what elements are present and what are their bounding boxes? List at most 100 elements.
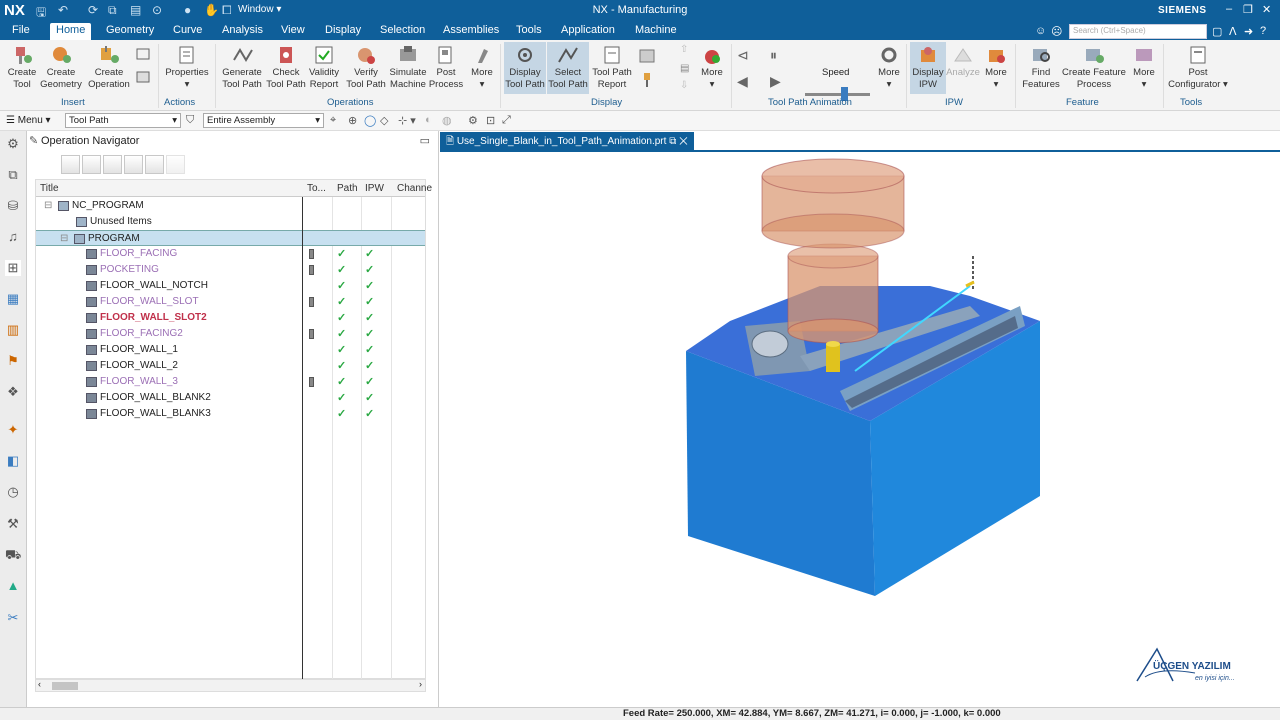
more-feature-button[interactable]: More ▾ bbox=[1128, 42, 1160, 91]
render-icon[interactable]: ◍ bbox=[442, 114, 452, 127]
tab-analysis[interactable]: Analysis bbox=[222, 24, 263, 36]
select-body-icon[interactable]: ◯ bbox=[364, 114, 376, 127]
system-materials-icon[interactable]: ⚒ bbox=[5, 516, 21, 532]
tool-display-icon[interactable] bbox=[640, 72, 654, 88]
reuse-library-icon[interactable]: ⚑ bbox=[5, 353, 21, 369]
command-search-input[interactable]: Search (Ctrl+Space) bbox=[1069, 24, 1207, 39]
close-icon[interactable]: ✕ bbox=[1262, 3, 1271, 16]
scroll-left-icon[interactable]: ‹ bbox=[38, 679, 41, 689]
post-process-button[interactable]: Post Process bbox=[428, 42, 464, 91]
operation-navigator-icon[interactable]: ⊞ bbox=[5, 260, 21, 276]
create-geometry-button[interactable]: Create Geometry bbox=[40, 42, 82, 91]
maximize-panel-icon[interactable]: ▭ bbox=[420, 131, 430, 151]
post-configurator-button[interactable]: Post Configurator ▾ bbox=[1166, 42, 1230, 91]
tab-view[interactable]: View bbox=[281, 24, 305, 36]
selection-scope-select[interactable]: Entire Assembly ▾ bbox=[203, 113, 324, 128]
tab-file[interactable]: File bbox=[12, 24, 30, 36]
find-features-button[interactable]: Find Features bbox=[1021, 42, 1061, 91]
create-tool-button[interactable]: Create Tool bbox=[4, 42, 40, 91]
help-icon[interactable]: ? bbox=[1260, 25, 1266, 37]
scroll-right-icon[interactable]: › bbox=[419, 679, 422, 689]
more-operations-button[interactable]: More ▾ bbox=[466, 42, 498, 91]
play-forward-icon[interactable]: ▶ bbox=[770, 73, 781, 90]
analyze-button[interactable]: Analyze bbox=[946, 42, 980, 79]
table-row[interactable]: ⊟ PROGRAM bbox=[36, 230, 425, 246]
orient-view-icon[interactable]: ⚙ bbox=[468, 114, 478, 127]
select-tool-path-button[interactable]: Select Tool Path bbox=[547, 42, 589, 94]
arrow-down-icon[interactable]: ⇩ bbox=[680, 80, 688, 91]
tab-assemblies[interactable]: Assemblies bbox=[443, 24, 499, 36]
close-tab-icon[interactable]: ✕ bbox=[679, 136, 688, 147]
table-row[interactable]: FLOOR_WALL_SLOT ✓ ✓ bbox=[36, 294, 425, 310]
point-icon[interactable]: ⊹ ▾ bbox=[398, 114, 416, 127]
tab-curve[interactable]: Curve bbox=[173, 24, 202, 36]
zoom-icon[interactable]: ⊡ bbox=[486, 114, 495, 127]
feedback-icon[interactable]: ☹ bbox=[1051, 25, 1062, 38]
validity-report-button[interactable]: Validity Report bbox=[306, 42, 342, 91]
select-face-icon[interactable]: ⊕ bbox=[348, 114, 357, 127]
pause-icon[interactable]: ⏸ bbox=[770, 47, 777, 64]
find-icon[interactable] bbox=[145, 155, 164, 174]
constraint-navigator-icon[interactable]: ♫ bbox=[5, 229, 21, 245]
palette-icon[interactable]: ◧ bbox=[5, 453, 21, 469]
feature-navigator-icon[interactable]: ▥ bbox=[5, 322, 21, 338]
tool-path-report-button[interactable]: Tool Path Report bbox=[590, 42, 634, 91]
program-order-view-icon[interactable] bbox=[61, 155, 80, 174]
tab-tools[interactable]: Tools bbox=[516, 24, 542, 36]
play-backward-icon[interactable]: ◀ bbox=[737, 73, 748, 90]
machining-method-view-icon[interactable] bbox=[124, 155, 143, 174]
process-studio-icon[interactable]: ⛟ bbox=[5, 547, 21, 563]
machine-tool-view-icon[interactable] bbox=[135, 70, 151, 84]
column-title[interactable]: Title bbox=[40, 183, 59, 194]
minimize-icon[interactable]: – bbox=[1226, 3, 1232, 15]
create-feature-process-button[interactable]: Create Feature Process bbox=[1062, 42, 1126, 91]
display-ipw-button[interactable]: Display IPW bbox=[910, 42, 946, 94]
arrow-up-icon[interactable]: ⇧ bbox=[680, 44, 688, 55]
table-row[interactable]: FLOOR_WALL_2 ✓ ✓ bbox=[36, 358, 425, 374]
menu-button[interactable]: ☰ Menu ▾ bbox=[6, 115, 51, 126]
table-row[interactable]: FLOOR_WALL_3 ✓ ✓ bbox=[36, 374, 425, 390]
view-icon[interactable]: ◐ bbox=[425, 114, 432, 126]
table-row[interactable]: FLOOR_WALL_BLANK2 ✓ ✓ bbox=[36, 390, 425, 406]
table-row[interactable]: Unused Items bbox=[36, 214, 425, 230]
document-tab[interactable]: 🗎 Use_Single_Blank_in_Tool_Path_Animatio… bbox=[440, 132, 694, 150]
machine-tool-view-icon[interactable] bbox=[82, 155, 101, 174]
table-row[interactable]: FLOOR_WALL_SLOT2 ✓ ✓ bbox=[36, 310, 425, 326]
generate-tool-path-button[interactable]: Generate Tool Path bbox=[220, 42, 264, 91]
assembly-navigator-icon[interactable]: ⛁ bbox=[5, 198, 21, 214]
column-path[interactable]: Path bbox=[337, 183, 358, 194]
more-display-button[interactable]: More ▾ bbox=[696, 42, 728, 91]
restore-icon[interactable]: ❐ bbox=[1243, 3, 1253, 16]
expand-toggle-icon[interactable]: ⊟ bbox=[44, 198, 52, 214]
machine-tool-navigator-icon[interactable]: ▦ bbox=[5, 291, 21, 307]
table-row[interactable]: FLOOR_FACING ✓ ✓ bbox=[36, 246, 425, 262]
undock-icon[interactable]: ⧉ bbox=[669, 136, 676, 147]
filter-icon[interactable]: ⛉ bbox=[186, 114, 194, 127]
scroll-thumb[interactable] bbox=[52, 682, 78, 690]
forward-icon[interactable]: ➜ bbox=[1244, 25, 1253, 38]
expand-ribbon-icon[interactable]: ▢ bbox=[1212, 25, 1222, 38]
hd3d-tools-icon[interactable]: ❖ bbox=[5, 384, 21, 400]
program-order-icon[interactable] bbox=[135, 47, 151, 61]
table-row[interactable]: POCKETING ✓ ✓ bbox=[36, 262, 425, 278]
tab-home[interactable]: Home bbox=[50, 23, 92, 40]
horizontal-scrollbar[interactable]: ‹ › bbox=[35, 679, 426, 692]
check-tool-path-button[interactable]: Check Tool Path bbox=[264, 42, 308, 91]
table-row[interactable]: ⊟ NC_PROGRAM bbox=[36, 198, 425, 214]
manufacturing-wizard-icon[interactable]: ✂ bbox=[5, 610, 21, 626]
expand-toggle-icon[interactable]: ⊟ bbox=[60, 231, 68, 247]
tab-selection[interactable]: Selection bbox=[380, 24, 425, 36]
part-navigator-icon[interactable]: ⧉ bbox=[5, 167, 21, 183]
graphics-window[interactable]: 🗎 Use_Single_Blank_in_Tool_Path_Animatio… bbox=[440, 131, 1280, 707]
column-split-line[interactable] bbox=[302, 197, 303, 679]
table-row[interactable]: FLOOR_FACING2 ✓ ✓ bbox=[36, 326, 425, 342]
tab-machine[interactable]: Machine bbox=[635, 24, 677, 36]
select-edge-icon[interactable]: ◇ bbox=[380, 114, 388, 127]
column-ipw[interactable]: IPW bbox=[365, 183, 384, 194]
more-animation-button[interactable]: More ▾ bbox=[874, 42, 904, 91]
history-icon[interactable]: ◷ bbox=[5, 484, 21, 500]
tab-display[interactable]: Display bbox=[325, 24, 361, 36]
filter-view-icon[interactable] bbox=[166, 155, 185, 174]
fit-icon[interactable]: ⤢ bbox=[502, 114, 511, 127]
tab-geometry[interactable]: Geometry bbox=[106, 24, 154, 36]
